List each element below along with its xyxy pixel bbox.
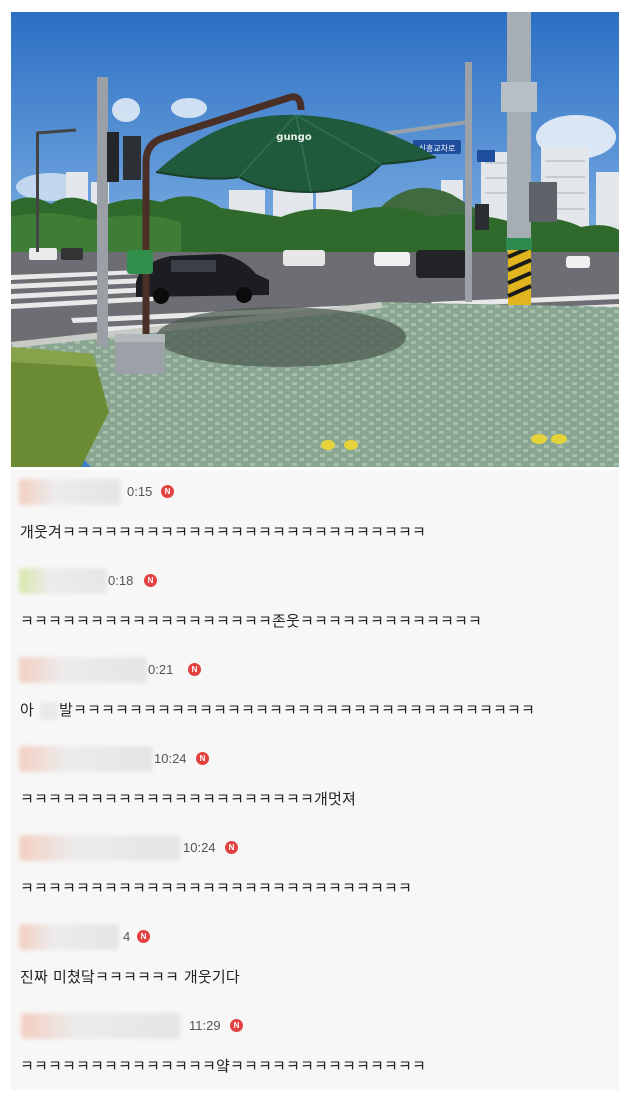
comment-text: ㅋㅋㅋㅋㅋㅋㅋㅋㅋㅋㅋㅋㅋㅋㅋㅋㅋㅋㅋㅋㅋㅋㅋㅋㅋㅋㅋㅋ (20, 879, 413, 897)
comment-item: 4 N 진짜 미쳤닼ㅋㅋㅋㅋㅋㅋ 개웃기다 (11, 920, 619, 986)
street-photo-illustration: 신흥교차로 gungo (11, 12, 619, 467)
comment-time: 4 (123, 929, 131, 944)
blurred-username (19, 657, 147, 683)
new-badge-icon: N (225, 841, 238, 854)
comment-text-row: 아 발ㅋㅋㅋㅋㅋㅋㅋㅋㅋㅋㅋㅋㅋㅋㅋㅋㅋㅋㅋㅋㅋㅋㅋㅋㅋㅋㅋㅋㅋㅋㅋㅋㅋ (20, 699, 535, 720)
new-badge-icon: N (137, 930, 150, 943)
blurred-username (21, 1013, 181, 1039)
comment-item: 10:24 N ㅋㅋㅋㅋㅋㅋㅋㅋㅋㅋㅋㅋㅋㅋㅋㅋㅋㅋㅋㅋㅋㅋㅋㅋㅋㅋㅋㅋ (11, 831, 619, 897)
blurred-username (19, 924, 119, 950)
blurred-username (19, 568, 107, 594)
new-badge-icon: N (161, 485, 174, 498)
blurred-username (19, 746, 153, 772)
comment-time: 10:24 (183, 840, 216, 855)
comment-text: 개웃겨ㅋㅋㅋㅋㅋㅋㅋㅋㅋㅋㅋㅋㅋㅋㅋㅋㅋㅋㅋㅋㅋㅋㅋㅋㅋㅋ (20, 523, 427, 541)
umbrella-brand-text: gungo (276, 132, 312, 143)
comment-item: 10:24 N ㅋㅋㅋㅋㅋㅋㅋㅋㅋㅋㅋㅋㅋㅋㅋㅋㅋㅋㅋㅋㅋ개멋져 (11, 742, 619, 808)
new-badge-icon: N (196, 752, 209, 765)
comment-item: 0:21 N 아 발ㅋㅋㅋㅋㅋㅋㅋㅋㅋㅋㅋㅋㅋㅋㅋㅋㅋㅋㅋㅋㅋㅋㅋㅋㅋㅋㅋㅋㅋㅋ… (11, 653, 619, 720)
comment-item: 0:15 N 개웃겨ㅋㅋㅋㅋㅋㅋㅋㅋㅋㅋㅋㅋㅋㅋㅋㅋㅋㅋㅋㅋㅋㅋㅋㅋㅋㅋ (11, 475, 619, 541)
comment-text: ㅋㅋㅋㅋㅋㅋㅋㅋㅋㅋㅋㅋㅋㅋㅋㅋㅋㅋㅋㅋㅋ개멋져 (20, 790, 357, 808)
comment-time: 0:15 (127, 484, 153, 499)
comment-text: 발ㅋㅋㅋㅋㅋㅋㅋㅋㅋㅋㅋㅋㅋㅋㅋㅋㅋㅋㅋㅋㅋㅋㅋㅋㅋㅋㅋㅋㅋㅋㅋㅋㅋ (58, 701, 535, 719)
comment-text: ㅋㅋㅋㅋㅋㅋㅋㅋㅋㅋㅋㅋㅋㅋ얔ㅋㅋㅋㅋㅋㅋㅋㅋㅋㅋㅋㅋㅋㅋ (20, 1057, 427, 1075)
comment-item: 0:18 N ㅋㅋㅋㅋㅋㅋㅋㅋㅋㅋㅋㅋㅋㅋㅋㅋㅋㅋ존웃ㅋㅋㅋㅋㅋㅋㅋㅋㅋㅋㅋㅋㅋ (11, 564, 619, 630)
comment-item: 11:29 N ㅋㅋㅋㅋㅋㅋㅋㅋㅋㅋㅋㅋㅋㅋ얔ㅋㅋㅋㅋㅋㅋㅋㅋㅋㅋㅋㅋㅋㅋ (11, 1009, 619, 1075)
comment-time: 11:29 (189, 1018, 221, 1033)
censored-blur (39, 701, 58, 720)
street-photo: 신흥교차로 gungo (11, 12, 619, 467)
new-badge-icon: N (144, 574, 157, 587)
comment-time: 10:24 (154, 751, 187, 766)
new-badge-icon: N (188, 663, 201, 676)
comment-time: 0:21 (148, 662, 174, 677)
comment-text: 진짜 미쳤닼ㅋㅋㅋㅋㅋㅋ 개웃기다 (20, 968, 240, 986)
comment-list: 0:15 N 개웃겨ㅋㅋㅋㅋㅋㅋㅋㅋㅋㅋㅋㅋㅋㅋㅋㅋㅋㅋㅋㅋㅋㅋㅋㅋㅋㅋ 0:1… (11, 470, 619, 1090)
blurred-username (19, 479, 121, 505)
comment-text: ㅋㅋㅋㅋㅋㅋㅋㅋㅋㅋㅋㅋㅋㅋㅋㅋㅋㅋ존웃ㅋㅋㅋㅋㅋㅋㅋㅋㅋㅋㅋㅋㅋ (20, 612, 483, 630)
comment-text-prefix: 아 (20, 701, 35, 719)
blurred-username (19, 835, 181, 861)
comment-time: 0:18 (108, 573, 134, 588)
new-badge-icon: N (230, 1019, 243, 1032)
